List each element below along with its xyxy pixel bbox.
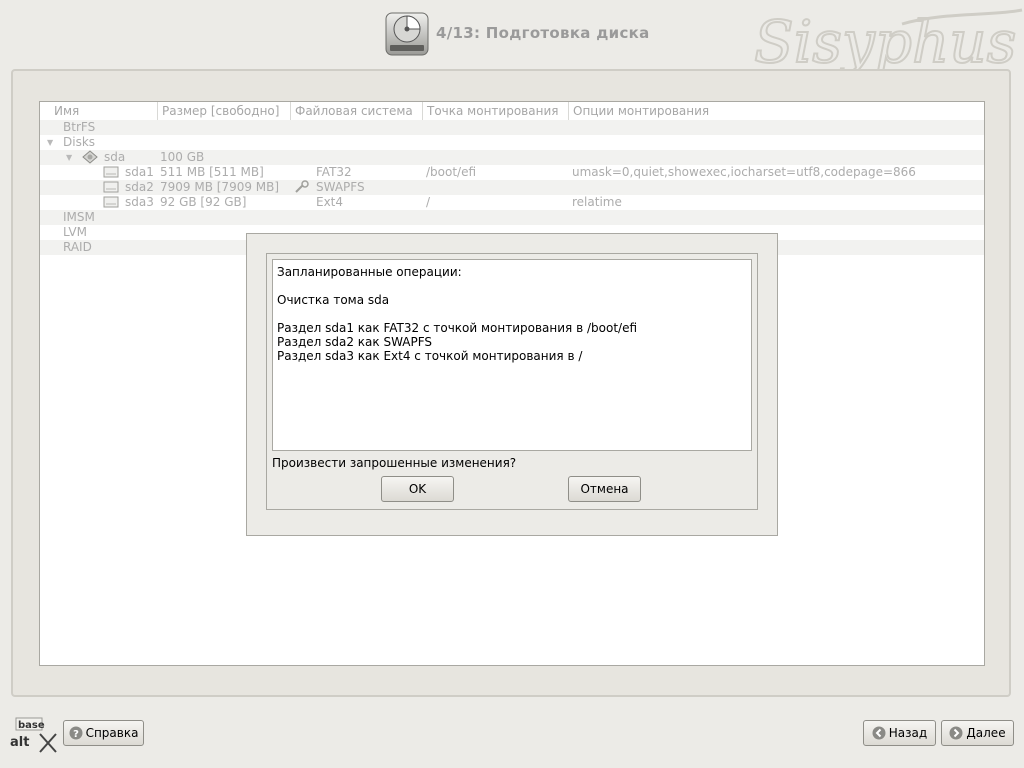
- row-filesystem: FAT32: [316, 165, 352, 179]
- column-size[interactable]: Размер [свободно]: [158, 102, 291, 120]
- column-mountpoint[interactable]: Точка монтирования: [423, 102, 569, 120]
- tree-row-imsm[interactable]: IMSM: [40, 210, 984, 225]
- next-button-label: Далее: [966, 726, 1006, 740]
- svg-text:base: base: [18, 720, 45, 731]
- row-mountpoint: /boot/efi: [426, 165, 477, 179]
- partition-icon: [103, 181, 119, 193]
- svg-text:?: ?: [73, 729, 79, 740]
- help-button-label: Справка: [85, 726, 139, 740]
- row-name: sda: [104, 150, 126, 164]
- back-button[interactable]: Назад: [863, 720, 936, 746]
- ok-button[interactable]: OK: [381, 476, 454, 502]
- column-filesystem[interactable]: Файловая система: [291, 102, 423, 120]
- row-name: sda1: [125, 165, 154, 179]
- row-mountpoint: /: [426, 195, 431, 209]
- help-button[interactable]: ? Справка: [63, 720, 144, 746]
- tree-row-disks[interactable]: ▼ Disks: [40, 135, 984, 150]
- row-name: IMSM: [63, 210, 95, 224]
- expander-icon[interactable]: ▼: [66, 150, 72, 165]
- row-name: RAID: [63, 240, 92, 254]
- row-size: 92 GB [92 GB]: [160, 195, 247, 209]
- operation-line: [277, 307, 747, 321]
- row-name: sda3: [125, 195, 154, 209]
- cancel-button[interactable]: Отмена: [568, 476, 641, 502]
- tree-row-btrfs[interactable]: BtrFS: [40, 120, 984, 135]
- tree-header: Имя Размер [свободно] Файловая система Т…: [40, 102, 984, 121]
- planned-operations-text[interactable]: Запланированные операции: Очистка тома s…: [272, 259, 752, 451]
- operation-line: Раздел sda3 как Ext4 с точкой монтирован…: [277, 349, 583, 363]
- help-icon: ?: [69, 726, 83, 740]
- partition-icon: [103, 196, 119, 208]
- arrow-right-icon: [949, 726, 963, 740]
- wrench-icon: [295, 180, 309, 193]
- row-size: 511 MB [511 MB]: [160, 165, 264, 179]
- disk-drive-icon: [385, 12, 429, 56]
- operations-heading: Запланированные операции:: [277, 265, 462, 279]
- row-size: 100 GB: [160, 150, 205, 164]
- operation-line: Раздел sda2 как SWAPFS: [277, 335, 433, 349]
- svg-text:alt: alt: [10, 735, 29, 750]
- tree-row-sda2[interactable]: sda2 7909 MB [7909 MB] SWAPFS: [40, 180, 984, 195]
- row-mount-options: umask=0,quiet,showexec,iocharset=utf8,co…: [572, 165, 916, 179]
- next-button[interactable]: Далее: [941, 720, 1014, 746]
- column-name[interactable]: Имя: [50, 102, 158, 120]
- operation-line: [277, 279, 747, 293]
- basealt-logo: base alt: [10, 717, 57, 753]
- column-mount-options[interactable]: Опции монтирования: [569, 102, 984, 120]
- operation-line: Очистка тома sda: [277, 293, 390, 307]
- expander-icon[interactable]: ▼: [47, 135, 53, 150]
- row-name: LVM: [63, 225, 87, 239]
- operation-line: Раздел sda1 как FAT32 с точкой монтирова…: [277, 321, 638, 335]
- arrow-left-icon: [872, 726, 886, 740]
- tree-row-sda3[interactable]: sda3 92 GB [92 GB] Ext4 / relatime: [40, 195, 984, 210]
- row-name: BtrFS: [63, 120, 96, 134]
- svg-text:Sisyphus: Sisyphus: [754, 8, 1016, 76]
- page-title: 4/13: Подготовка диска: [436, 24, 650, 42]
- row-filesystem: Ext4: [316, 195, 344, 209]
- tree-row-sda1[interactable]: sda1 511 MB [511 MB] FAT32 /boot/efi uma…: [40, 165, 984, 180]
- row-mount-options: relatime: [572, 195, 622, 209]
- hard-disk-icon: [82, 150, 98, 164]
- tree-row-sda[interactable]: ▼ sda 100 GB: [40, 150, 984, 165]
- partition-icon: [103, 166, 119, 178]
- row-name: Disks: [63, 135, 96, 149]
- back-button-label: Назад: [888, 726, 928, 740]
- row-size: 7909 MB [7909 MB]: [160, 180, 280, 194]
- confirm-question: Произвести запрошенные изменения?: [272, 456, 517, 470]
- row-filesystem: SWAPFS: [316, 180, 365, 194]
- row-name: sda2: [125, 180, 154, 194]
